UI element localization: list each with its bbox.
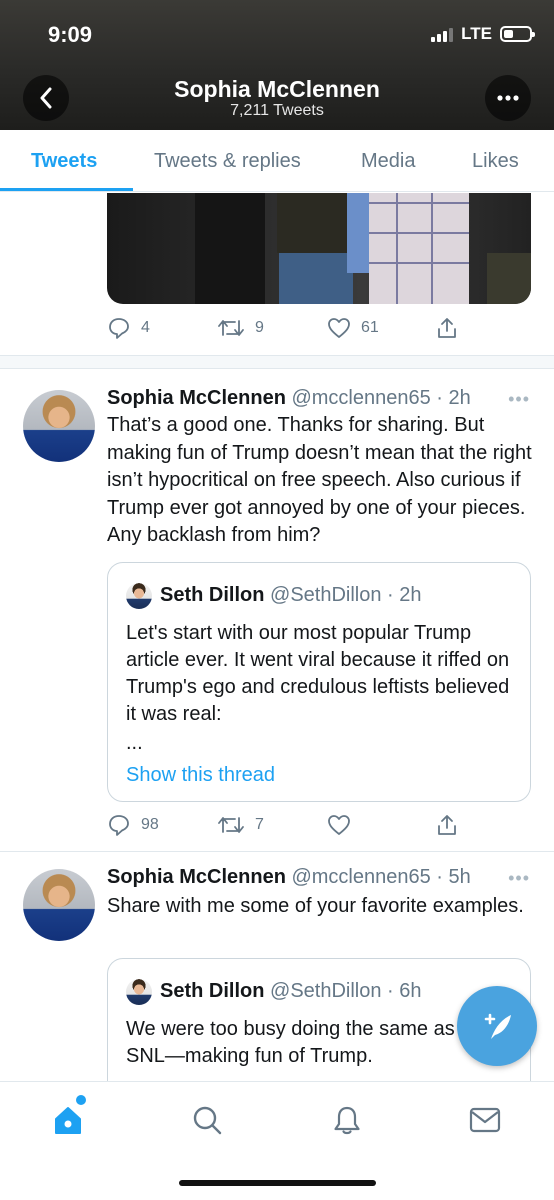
mail-icon bbox=[469, 1107, 501, 1133]
reply-button[interactable]: 98 bbox=[107, 813, 217, 837]
quote-author-handle: @SethDillon bbox=[270, 980, 382, 1002]
quote-text: Let's start with our most popular Trump … bbox=[126, 622, 510, 725]
tweet-text: Share with me some of your favorite exam… bbox=[107, 895, 524, 917]
heart-icon bbox=[328, 318, 350, 338]
heart-icon bbox=[328, 815, 350, 835]
like-button[interactable]: 61 bbox=[327, 317, 435, 339]
status-indicators: LTE bbox=[431, 24, 535, 44]
tweet-media-image[interactable] bbox=[107, 193, 531, 304]
author-handle[interactable]: @mcclennen65 bbox=[291, 866, 430, 888]
share-icon bbox=[438, 318, 456, 338]
tweet-count: 7,211 Tweets bbox=[230, 102, 324, 119]
meta-separator: · bbox=[381, 584, 400, 606]
retweet-button[interactable]: 7 bbox=[217, 814, 327, 836]
quote-header: Seth Dillon @SethDillon · 2h bbox=[160, 584, 422, 607]
tweet-actions: 98 7 bbox=[107, 813, 459, 837]
tweet-header: Sophia McClennen @mcclennen65 · 2h bbox=[107, 387, 471, 410]
notification-dot bbox=[76, 1095, 86, 1105]
like-button[interactable] bbox=[327, 814, 435, 836]
quoted-tweet[interactable]: Seth Dillon @SethDillon · 2h Let's start… bbox=[107, 562, 531, 802]
quote-author-name: Seth Dillon bbox=[160, 980, 265, 1002]
tweet-time: 5h bbox=[448, 866, 471, 888]
quote-author-name: Seth Dillon bbox=[160, 584, 265, 606]
author-handle[interactable]: @mcclennen65 bbox=[291, 387, 430, 409]
tab-media[interactable]: Media bbox=[361, 130, 415, 192]
section-divider bbox=[0, 355, 554, 369]
battery-icon bbox=[500, 26, 535, 42]
bell-icon bbox=[334, 1106, 360, 1135]
share-icon bbox=[438, 815, 456, 835]
retweet-button[interactable]: 9 bbox=[217, 317, 327, 339]
reply-count: 98 bbox=[141, 816, 159, 833]
quote-text: We were too busy doing the same as SNL—m… bbox=[126, 1018, 455, 1067]
active-tab-indicator bbox=[0, 188, 133, 191]
more-options-button[interactable] bbox=[485, 75, 531, 121]
profile-tabs: Tweets Tweets & replies Media Likes bbox=[0, 130, 554, 192]
photo-people bbox=[195, 193, 531, 304]
tweet-menu-button[interactable]: ••• bbox=[508, 868, 530, 889]
nav-home[interactable] bbox=[50, 1102, 86, 1138]
nav-notifications[interactable] bbox=[329, 1102, 365, 1138]
share-button[interactable] bbox=[435, 316, 459, 340]
author-name[interactable]: Sophia McClennen bbox=[107, 866, 286, 888]
tab-tweets[interactable]: Tweets bbox=[31, 130, 97, 192]
retweet-count: 7 bbox=[255, 816, 264, 833]
retweet-count: 9 bbox=[255, 319, 264, 336]
nav-messages[interactable] bbox=[467, 1102, 503, 1138]
tweet-time: 2h bbox=[448, 387, 471, 409]
like-count: 61 bbox=[361, 319, 379, 336]
meta-separator: · bbox=[430, 866, 449, 888]
reply-icon bbox=[109, 318, 129, 339]
profile-name: Sophia McClennen bbox=[174, 76, 380, 102]
network-label: LTE bbox=[461, 24, 492, 43]
retweet-icon bbox=[218, 817, 244, 833]
search-icon bbox=[193, 1106, 222, 1135]
more-horizontal-icon bbox=[497, 95, 519, 101]
status-time: 9:09 bbox=[48, 22, 93, 47]
quote-header: Seth Dillon @SethDillon · 6h bbox=[160, 980, 422, 1003]
nav-search[interactable] bbox=[189, 1102, 225, 1138]
reply-icon bbox=[109, 815, 129, 836]
tab-tweets-replies[interactable]: Tweets & replies bbox=[154, 130, 301, 192]
tweet-menu-button[interactable]: ••• bbox=[508, 389, 530, 410]
tweet-actions: 4 9 61 bbox=[107, 316, 459, 340]
show-thread-link[interactable]: Show this thread bbox=[126, 764, 275, 787]
share-button[interactable] bbox=[435, 813, 459, 837]
avatar[interactable] bbox=[23, 390, 95, 462]
meta-separator: · bbox=[430, 387, 449, 409]
signal-icon bbox=[431, 26, 454, 42]
retweet-icon bbox=[218, 320, 244, 336]
reply-count: 4 bbox=[141, 319, 150, 336]
home-indicator bbox=[179, 1180, 376, 1186]
meta-separator: · bbox=[381, 980, 400, 1002]
author-name[interactable]: Sophia McClennen bbox=[107, 387, 286, 409]
quote-ellipsis: ... bbox=[126, 732, 143, 754]
quote-time: 6h bbox=[399, 980, 422, 1002]
tweet-divider bbox=[0, 851, 554, 852]
compose-tweet-button[interactable] bbox=[457, 986, 537, 1066]
quote-author-handle: @SethDillon bbox=[270, 584, 382, 606]
quote-avatar bbox=[126, 979, 152, 1005]
tab-likes[interactable]: Likes bbox=[472, 130, 519, 192]
quote-time: 2h bbox=[399, 584, 422, 606]
compose-feather-icon bbox=[484, 1013, 511, 1039]
avatar[interactable] bbox=[23, 869, 95, 941]
reply-button[interactable]: 4 bbox=[107, 316, 217, 340]
quote-avatar bbox=[126, 583, 152, 609]
profile-header: 9:09 LTE Sophia McClennen 7,211 Tweets bbox=[0, 0, 554, 130]
home-icon bbox=[55, 1107, 81, 1134]
tweet-header: Sophia McClennen @mcclennen65 · 5h bbox=[107, 866, 471, 889]
tweet-text: That’s a good one. Thanks for sharing. B… bbox=[107, 414, 532, 546]
